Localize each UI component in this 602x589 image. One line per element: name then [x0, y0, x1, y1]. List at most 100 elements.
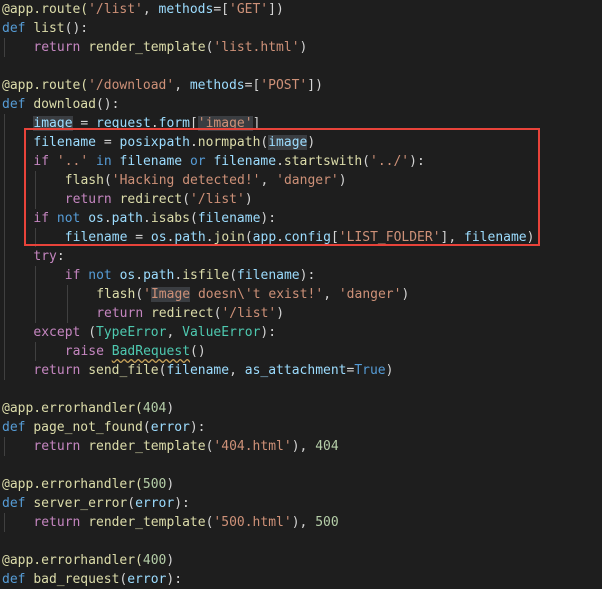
code-token: list	[33, 21, 65, 36]
code-token: )	[166, 553, 175, 568]
code-token: ):	[189, 420, 206, 435]
indent-guide	[4, 323, 5, 342]
code-token: error	[135, 496, 175, 511]
code-line[interactable]: if not os.path.isfile(filename):	[65, 266, 316, 285]
code-line[interactable]: return render_template('500.html'), 500	[33, 513, 338, 532]
code-token: ):	[166, 572, 183, 587]
code-editor[interactable]: @app.route('/list', methods=['GET']) def …	[0, 0, 602, 589]
code-token: server_error	[33, 496, 128, 511]
code-token: TypeError	[96, 325, 167, 340]
code-line[interactable]: @app.errorhandler(400)	[2, 551, 174, 570]
code-token: image	[268, 135, 308, 150]
code-token: ):	[409, 154, 425, 169]
code-token: ()	[190, 344, 206, 359]
code-token: not	[88, 268, 120, 283]
code-line[interactable]: def list():	[2, 19, 88, 38]
code-line[interactable]: image = request.form['image']	[33, 114, 260, 133]
code-token: .	[103, 211, 112, 226]
code-line[interactable]: return send_file(filename, as_attachment…	[33, 361, 393, 380]
code-token: '/list'	[190, 192, 245, 207]
code-token: ():	[64, 21, 89, 36]
code-line[interactable]: def bad_request(error):	[2, 570, 182, 589]
code-line[interactable]: @app.route('/list', methods=['GET'])	[2, 0, 284, 19]
code-token: ,	[323, 287, 339, 302]
code-token: (	[88, 325, 97, 340]
code-line[interactable]: @app.errorhandler(404)	[2, 399, 174, 418]
code-line[interactable]: return redirect('/list')	[65, 190, 253, 209]
indent-guide	[4, 114, 5, 133]
code-line[interactable]: flash('Image doesn\'t exist!', 'danger')	[96, 285, 409, 304]
code-line[interactable]: try:	[33, 247, 64, 266]
code-line[interactable]: except (TypeError, ValueError):	[33, 323, 276, 342]
code-token: )	[166, 401, 175, 416]
code-line[interactable]: flash('Hacking detected!', 'danger')	[65, 171, 347, 190]
code-token: 'list.html'	[213, 40, 300, 55]
code-token: (	[135, 287, 144, 302]
code-token: '	[143, 287, 151, 302]
code-token: ,	[166, 325, 183, 340]
code-line[interactable]: return render_template('404.html'), 404	[33, 437, 338, 456]
code-token: path	[174, 230, 206, 245]
code-line[interactable]: return redirect('/list')	[96, 304, 284, 323]
code-token: =	[96, 135, 120, 150]
code-line[interactable]: filename = posixpath.normpath(image)	[33, 133, 315, 152]
indent-guide	[4, 190, 5, 209]
code-token: as_attachment	[244, 363, 347, 378]
code-token: 404	[315, 439, 339, 454]
code-token: filename	[33, 135, 97, 150]
indent-guide	[4, 285, 5, 304]
code-token: )	[401, 287, 410, 302]
code-token: config	[283, 230, 331, 245]
indent-guide	[35, 228, 37, 247]
code-token: .	[276, 230, 284, 245]
indent-guide	[35, 304, 37, 323]
code-token: ,	[142, 2, 159, 17]
code-token: 500	[315, 515, 339, 530]
code-line[interactable]: @app.route('/download', methods=['POST']…	[2, 76, 323, 95]
code-token: 'LIST_FOLDER'	[338, 230, 441, 245]
code-token: ),	[291, 439, 316, 454]
indent-guide	[35, 266, 37, 285]
code-line[interactable]: def page_not_found(error):	[2, 418, 206, 437]
code-line[interactable]: def download():	[2, 95, 119, 114]
code-line[interactable]: @app.errorhandler(500)	[2, 475, 174, 494]
code-token: @app.route(	[2, 2, 89, 17]
code-token: )	[299, 40, 308, 55]
code-token: in	[88, 154, 120, 169]
code-line[interactable]: filename = os.path.join(app.config['LIST…	[65, 228, 535, 247]
code-token: Image	[150, 287, 191, 302]
code-token: posixpath	[119, 135, 190, 150]
code-token: return	[33, 40, 89, 55]
code-line[interactable]: if '..' in filename or filename.startswi…	[33, 152, 424, 171]
code-token: ])	[268, 2, 284, 17]
code-token: ,	[229, 363, 245, 378]
code-token: flash	[64, 173, 104, 188]
code-line[interactable]: def server_error(error):	[2, 494, 190, 513]
code-line[interactable]: raise BadRequest()	[65, 342, 206, 361]
indent-guide	[4, 342, 5, 361]
code-token: doesn\'t exist!'	[190, 287, 324, 302]
code-token: request	[96, 116, 151, 131]
code-token: filename	[464, 230, 527, 245]
indent-guide	[4, 209, 5, 228]
code-token: render_template	[88, 40, 206, 55]
indent-guide	[4, 361, 5, 380]
code-token: '/list'	[221, 306, 277, 321]
indent-guide	[35, 190, 37, 209]
code-token: .	[189, 135, 198, 150]
code-line[interactable]: if not os.path.isabs(filename):	[33, 209, 276, 228]
code-token: if	[33, 154, 57, 169]
code-token: ):	[260, 211, 277, 226]
code-token: ):	[174, 496, 190, 511]
code-token: normpath	[197, 135, 261, 150]
code-token: .	[276, 154, 284, 169]
indent-guide	[4, 133, 5, 152]
code-token: os	[88, 211, 104, 226]
indent-guide	[35, 171, 37, 190]
code-token: ]	[252, 116, 261, 131]
code-token: '500.html'	[213, 515, 292, 530]
code-line[interactable]: return render_template('list.html')	[33, 38, 307, 57]
code-token: @app.errorhandler(	[2, 553, 143, 568]
code-token: os	[119, 268, 136, 283]
code-token: app	[252, 230, 277, 245]
